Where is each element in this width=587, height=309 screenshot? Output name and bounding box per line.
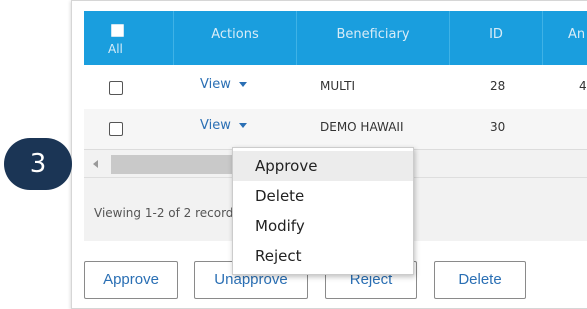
menu-item-delete[interactable]: Delete <box>233 181 413 211</box>
table-row: View DEMO HAWAII 30 <box>84 109 587 150</box>
step-marker: 3 <box>4 138 72 190</box>
menu-item-approve[interactable]: Approve <box>233 151 413 181</box>
chevron-down-icon[interactable] <box>238 123 247 128</box>
cell-beneficiary: MULTI <box>320 79 356 93</box>
header-select-all[interactable]: All <box>84 11 174 65</box>
grid-header: All Actions Beneficiary ID An <box>84 11 587 65</box>
row-view-action[interactable]: View <box>200 118 247 133</box>
cell-amount: 4 <box>579 79 587 93</box>
view-link[interactable]: View <box>200 77 231 92</box>
scroll-left-arrow-icon[interactable] <box>93 160 98 168</box>
menu-item-reject[interactable]: Reject <box>233 241 413 271</box>
select-all-checkbox[interactable] <box>111 24 124 37</box>
header-actions: Actions <box>174 11 297 65</box>
row-view-action[interactable]: View <box>200 77 247 92</box>
table-row: View MULTI 28 4 <box>84 65 587 110</box>
approve-button[interactable]: Approve <box>84 261 178 299</box>
row-actions-menu: Approve Delete Modify Reject <box>232 147 414 275</box>
view-link[interactable]: View <box>200 118 231 133</box>
delete-button[interactable]: Delete <box>434 261 526 299</box>
cell-beneficiary: DEMO HAWAII <box>320 120 404 134</box>
select-all-label: All <box>108 42 123 56</box>
viewing-records-text: Viewing 1-2 of 2 records <box>94 206 234 220</box>
row-checkbox[interactable] <box>109 81 123 95</box>
cell-id: 30 <box>490 120 506 134</box>
header-beneficiary[interactable]: Beneficiary <box>297 11 450 65</box>
header-id[interactable]: ID <box>450 11 543 65</box>
cell-id: 28 <box>490 79 506 93</box>
row-checkbox[interactable] <box>109 122 123 136</box>
header-amount[interactable]: An <box>543 11 587 65</box>
chevron-down-icon[interactable] <box>238 82 247 87</box>
menu-item-modify[interactable]: Modify <box>233 211 413 241</box>
